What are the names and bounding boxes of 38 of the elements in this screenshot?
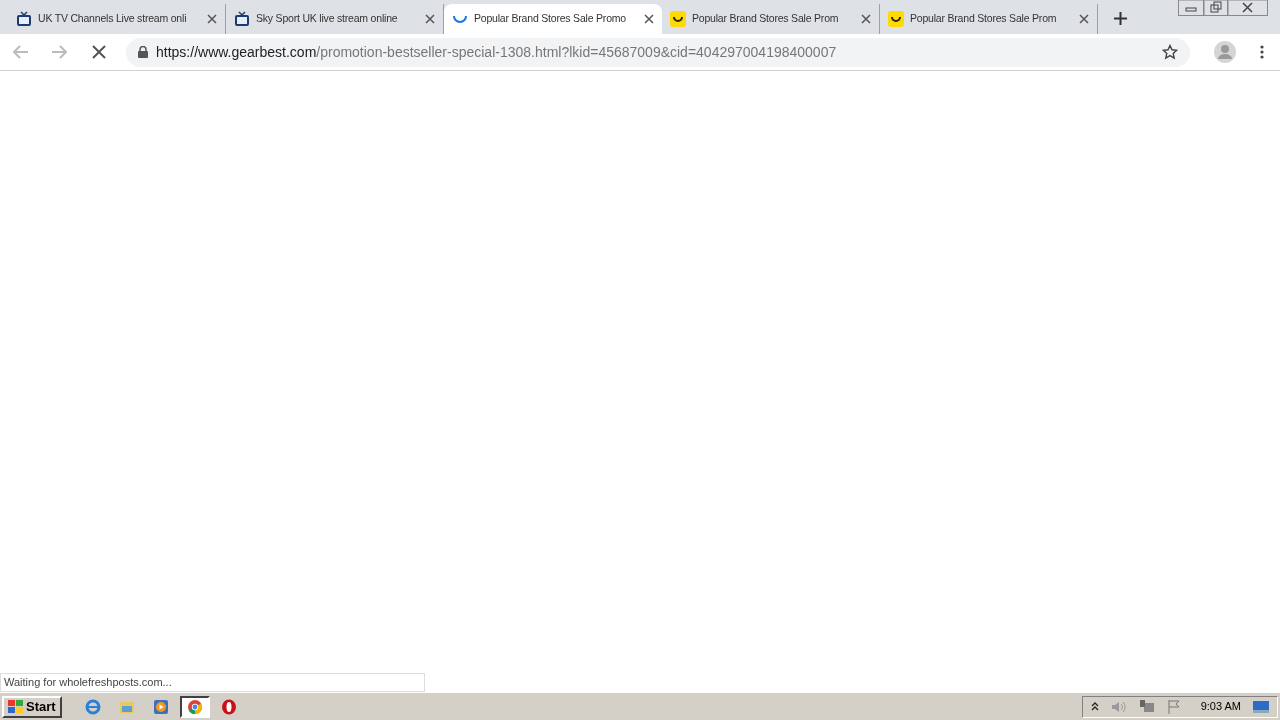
address-bar[interactable]: https://www.gearbest.com/promotion-bestseller-special-1308.html?lkid=45687009&cid=404297004198400007	[126, 37, 1190, 67]
close-icon[interactable]	[861, 14, 871, 24]
close-icon[interactable]	[644, 14, 654, 24]
tab-title: UK TV Channels Live stream onli	[38, 11, 188, 27]
tv-icon	[234, 11, 250, 27]
restore-icon[interactable]	[1204, 0, 1228, 16]
show-desktop-icon[interactable]	[1253, 700, 1269, 713]
clock[interactable]: 9:03 AM	[1200, 698, 1241, 715]
smile-icon	[670, 11, 686, 27]
chrome-icon	[186, 698, 203, 715]
menu-icon[interactable]	[1260, 45, 1264, 59]
smile-icon	[888, 11, 904, 27]
new-tab-icon[interactable]	[1114, 12, 1127, 25]
lock-icon	[138, 46, 148, 58]
close-window-icon[interactable]	[1228, 0, 1268, 16]
windows-logo-icon	[8, 699, 24, 714]
tab-title: Popular Brand Stores Sale Prom	[692, 11, 840, 27]
tab-title: Popular Brand Stores Sale Prom	[910, 11, 1058, 27]
star-icon[interactable]	[1162, 44, 1178, 60]
close-icon[interactable]	[425, 14, 435, 24]
tab-title: Sky Sport UK live stream online	[256, 11, 399, 27]
close-icon[interactable]	[207, 14, 217, 24]
close-icon[interactable]	[1079, 14, 1089, 24]
browser-tab[interactable]: Popular Brand Stores Sale Promo	[444, 4, 662, 34]
stop-icon[interactable]	[92, 45, 106, 59]
url-text: https://www.gearbest.com/promotion-bestseller-special-1308.html?lkid=45687009&cid=404297004198400007	[156, 42, 838, 62]
opera-icon	[220, 698, 237, 715]
start-button[interactable]: Start	[2, 695, 62, 718]
media-player-icon	[152, 698, 169, 715]
status-bubble: Waiting for wholefreshposts.com...	[0, 673, 425, 692]
tab-title: Popular Brand Stores Sale Promo	[474, 11, 627, 27]
taskbar-button[interactable]	[179, 695, 210, 718]
chevron-up-icon[interactable]	[1090, 701, 1099, 712]
flag-icon[interactable]	[1166, 698, 1181, 715]
minimize-icon[interactable]	[1178, 0, 1204, 16]
tv-icon	[16, 11, 32, 27]
loading-spinner-icon	[453, 15, 467, 23]
profile-icon[interactable]	[1214, 41, 1236, 63]
